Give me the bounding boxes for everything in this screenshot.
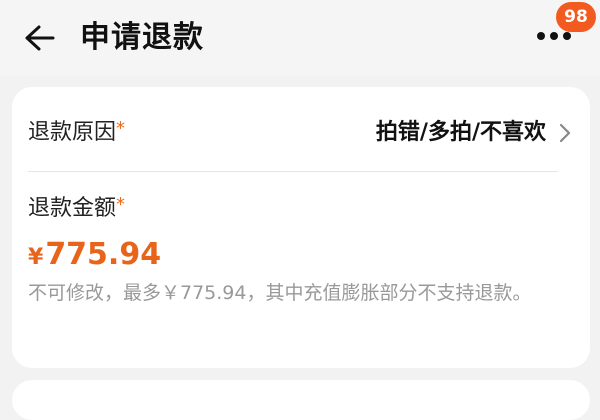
- refund-amount-label-text: 退款金额: [28, 196, 117, 221]
- notification-badge: 98: [556, 2, 596, 32]
- next-card: [12, 380, 590, 420]
- required-mark: *: [116, 118, 126, 139]
- arrow-left-icon: [25, 25, 55, 51]
- header: 申请退款 98: [0, 0, 600, 76]
- divider: [28, 171, 558, 172]
- back-button[interactable]: [22, 22, 58, 54]
- refund-amount-value: 775.94: [45, 237, 162, 272]
- refund-reason-label-text: 退款原因: [28, 120, 117, 145]
- refund-reason-value: 拍错/多拍/不喜欢: [375, 120, 546, 145]
- refund-reason-row[interactable]: 退款原因* 拍错/多拍/不喜欢: [28, 111, 574, 155]
- required-mark: *: [116, 194, 126, 215]
- refund-amount-label: 退款金额*: [28, 193, 125, 225]
- more-dots-icon: [537, 32, 571, 40]
- currency-symbol: ¥: [28, 245, 44, 270]
- chevron-right-icon: [559, 123, 571, 143]
- refund-amount-note: 不可修改，最多￥775.94，其中充值膨胀部分不支持退款。: [28, 282, 532, 304]
- refund-reason-label: 退款原因*: [28, 117, 125, 149]
- refund-amount: ¥775.94: [28, 233, 161, 281]
- page-title: 申请退款: [80, 20, 204, 55]
- refund-form-card: 退款原因* 拍错/多拍/不喜欢 退款金额* ¥775.94 不可修改，最多￥77…: [12, 87, 590, 368]
